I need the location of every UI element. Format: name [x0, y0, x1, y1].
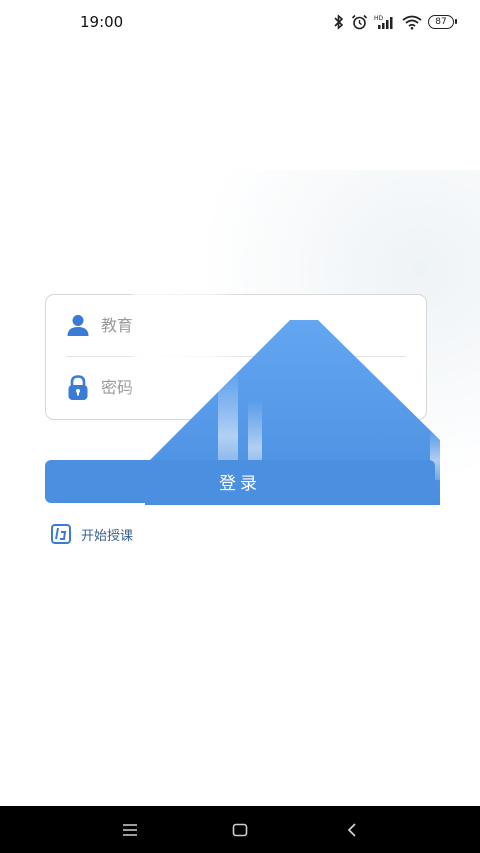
- login-form: [45, 294, 427, 420]
- status-time: 19:00: [80, 13, 124, 31]
- teach-logo-icon: [51, 524, 71, 544]
- lock-icon: [66, 375, 90, 400]
- password-input[interactable]: [101, 373, 301, 401]
- login-button[interactable]: 登录: [45, 460, 435, 503]
- status-bar: 19:00 HD 87: [0, 0, 480, 44]
- battery-icon: 87: [428, 15, 457, 29]
- user-icon: [66, 313, 90, 337]
- home-icon[interactable]: [228, 818, 252, 842]
- alarm-icon: [351, 14, 368, 30]
- bluetooth-icon: [333, 14, 345, 30]
- account-field-row: [46, 295, 426, 355]
- status-icons: HD 87: [333, 12, 457, 32]
- start-teaching-link[interactable]: 开始授课: [51, 523, 133, 545]
- back-icon[interactable]: [340, 818, 364, 842]
- account-input[interactable]: [101, 311, 301, 339]
- wifi-icon: [402, 14, 422, 30]
- start-teaching-label: 开始授课: [81, 528, 134, 544]
- navigation-bar: [0, 806, 480, 853]
- password-field-row: [46, 357, 426, 417]
- menu-icon[interactable]: [118, 818, 142, 842]
- hd-signal-icon: HD: [374, 14, 396, 30]
- svg-text:HD: HD: [374, 15, 384, 22]
